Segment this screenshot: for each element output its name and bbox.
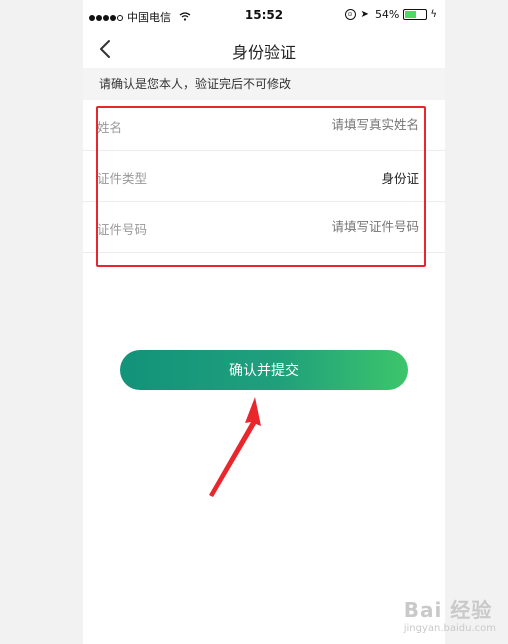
- notice-banner: 请确认是您本人，验证完后不可修改: [83, 68, 445, 100]
- confirm-submit-button[interactable]: 确认并提交: [120, 350, 408, 390]
- phone-screen: 中国电信 15:52 ⊙ ➤ 54% ϟ 身份验证 请确认是您本人，验证完后不可…: [83, 0, 445, 644]
- annotation-highlight-box: [96, 106, 426, 267]
- battery-icon: [403, 9, 428, 20]
- location-arrow-icon: ➤: [360, 9, 369, 20]
- watermark-logo: Bai 经验: [403, 598, 493, 622]
- baidu-jingyan-watermark: Bai 经验 jingyan.baidu.com: [404, 594, 496, 634]
- annotation-arrow-icon: [209, 397, 261, 497]
- charging-bolt-icon: ϟ: [430, 9, 437, 20]
- battery-fill: [405, 11, 417, 18]
- status-bar: 中国电信 15:52 ⊙ ➤ 54% ϟ: [83, 0, 445, 32]
- page-title: 身份验证: [231, 43, 296, 62]
- rotation-lock-icon: ⊙: [344, 9, 356, 20]
- watermark-url: jingyan.baidu.com: [403, 623, 496, 634]
- battery-percent: 54%: [374, 8, 400, 21]
- navigation-bar: 身份验证: [83, 32, 445, 68]
